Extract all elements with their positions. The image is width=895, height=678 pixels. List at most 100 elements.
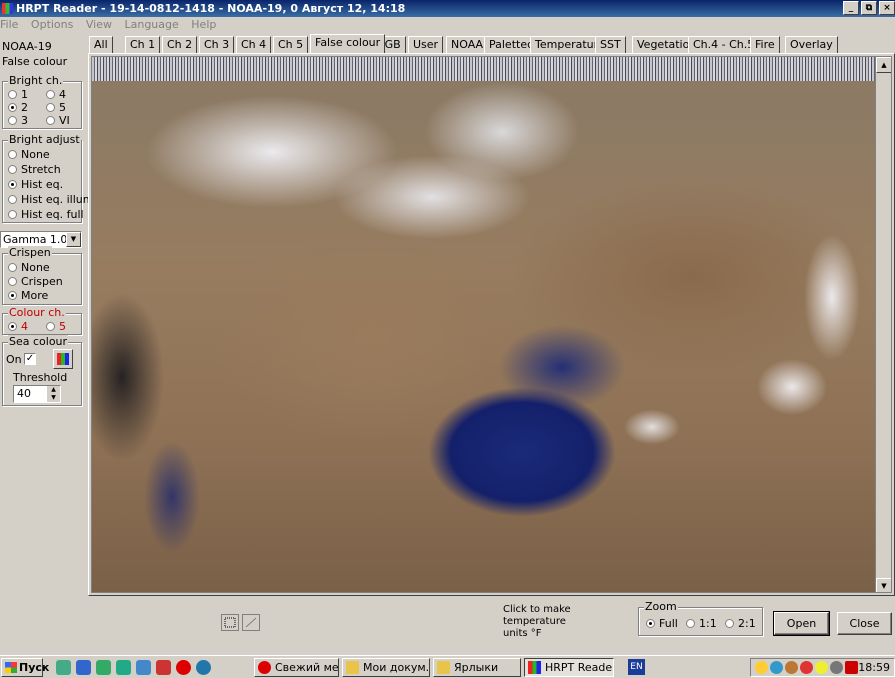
opera-icon[interactable] xyxy=(176,660,191,675)
tab-ch3[interactable]: Ch 3 xyxy=(199,36,235,53)
taskbar-documents-button[interactable]: Мои докум... xyxy=(342,658,430,677)
tray-antivirus-icon[interactable] xyxy=(800,661,813,674)
bright-ch-4-radio[interactable]: 4 xyxy=(46,89,66,101)
tab-ch4[interactable]: Ch 4 xyxy=(236,36,272,53)
ie-icon[interactable] xyxy=(76,660,91,675)
tray-smiley-icon[interactable] xyxy=(755,661,768,674)
bright-adjust-histeq-illum-radio[interactable]: Hist eq. illum xyxy=(8,194,93,206)
bright-ch-1-radio[interactable]: 1 xyxy=(8,89,28,101)
threshold-label: Threshold xyxy=(13,371,68,384)
threshold-spinner[interactable]: 40 ▲ ▼ xyxy=(13,385,61,403)
taskbar-opera-button[interactable]: Свежий ме... xyxy=(254,658,339,677)
app-launcher-icon[interactable] xyxy=(96,660,111,675)
bright-ch-2-radio[interactable]: 2 xyxy=(8,102,28,114)
bright-adjust-histeq-radio[interactable]: Hist eq. xyxy=(8,179,63,191)
tab-sst[interactable]: SST xyxy=(595,36,626,53)
chevron-down-icon[interactable]: ▼ xyxy=(66,232,81,247)
satellite-image[interactable] xyxy=(92,57,891,592)
opera-icon xyxy=(258,661,271,674)
minimize-button[interactable]: _ xyxy=(843,1,859,15)
gamma-value: Gamma 1.0 xyxy=(3,233,68,246)
windows-logo-icon xyxy=(5,662,17,673)
colour-ch-5-radio[interactable]: 5 xyxy=(46,321,66,333)
draw-line-button[interactable] xyxy=(242,614,260,631)
restore-button[interactable]: ⧉ xyxy=(861,1,877,15)
select-region-button[interactable] xyxy=(221,614,239,631)
threshold-value: 40 xyxy=(17,387,31,400)
zoom-1-1-radio[interactable]: 1:1 xyxy=(686,618,717,630)
colour-channel-group: Colour ch. 4 5 xyxy=(2,306,82,335)
clock: 18:59 xyxy=(858,661,890,674)
messenger-icon[interactable] xyxy=(136,660,151,675)
tab-noaa[interactable]: NOAA xyxy=(446,36,489,53)
bright-ch-5-radio[interactable]: 5 xyxy=(46,102,66,114)
upload-icon[interactable] xyxy=(156,660,171,675)
bright-channel-legend: Bright ch. xyxy=(8,74,64,87)
tray-speaker-icon[interactable] xyxy=(830,661,843,674)
scroll-down-icon[interactable]: ▼ xyxy=(876,578,891,592)
zoom-full-radio[interactable]: Full xyxy=(646,618,678,630)
temperature-units-hint[interactable]: Click to make temperature units °F xyxy=(503,604,593,640)
bright-adjust-group: Bright adjust None Stretch Hist eq. Hist… xyxy=(2,133,93,223)
menu-file[interactable]: File xyxy=(0,18,18,31)
tray-close-icon[interactable] xyxy=(845,661,858,674)
start-button[interactable]: Пуск xyxy=(1,658,49,677)
open-button[interactable]: Open xyxy=(773,611,830,636)
vertical-scrollbar[interactable]: ▲ ▼ xyxy=(875,57,891,592)
tab-fire[interactable]: Fire xyxy=(750,36,780,53)
tray-tools-icon[interactable] xyxy=(785,661,798,674)
colour-ch-4-radio[interactable]: 4 xyxy=(8,321,28,333)
close-window-button[interactable]: × xyxy=(879,1,895,15)
tab-ch5[interactable]: Ch 5 xyxy=(273,36,309,53)
crispen-legend: Crispen xyxy=(8,246,52,259)
crispen-more-radio[interactable]: More xyxy=(8,290,48,302)
crispen-none-radio[interactable]: None xyxy=(8,262,50,274)
tab-ch4-ch5[interactable]: Ch.4 - Ch.5 xyxy=(688,36,760,53)
tray-hazard-icon[interactable] xyxy=(815,661,828,674)
sea-colour-legend: Sea colour xyxy=(8,335,69,348)
language-indicator[interactable]: EN xyxy=(628,659,645,675)
palette-icon xyxy=(57,353,69,365)
settings-panel: NOAA-19 False colour Bright ch. 1 4 2 5 … xyxy=(0,36,93,596)
bright-channel-group: Bright ch. 1 4 2 5 3 VI xyxy=(2,74,82,129)
title-bar: HRPT Reader - 19-14-0812-1418 - NOAA-19,… xyxy=(0,0,895,17)
scroll-up-icon[interactable]: ▲ xyxy=(876,57,891,73)
globe-icon[interactable] xyxy=(116,660,131,675)
close-button[interactable]: Close xyxy=(837,612,892,635)
sea-colour-on-checkbox[interactable]: ✓ xyxy=(24,353,36,365)
menu-bar: File Options View Language Help xyxy=(0,17,895,33)
browser-icon[interactable] xyxy=(196,660,211,675)
menu-options[interactable]: Options xyxy=(31,18,73,31)
taskbar-hrpt-button[interactable]: HRPT Reade... xyxy=(524,658,614,677)
window-title: HRPT Reader - 19-14-0812-1418 - NOAA-19,… xyxy=(16,2,406,15)
mode-name: False colour xyxy=(2,55,68,68)
bright-adjust-legend: Bright adjust xyxy=(8,133,81,146)
bright-ch-3-radio[interactable]: 3 xyxy=(8,115,28,127)
tab-user[interactable]: User xyxy=(408,36,444,53)
tray-network-icon[interactable] xyxy=(770,661,783,674)
spin-updown-icon[interactable]: ▲ ▼ xyxy=(47,386,60,402)
tab-ch2[interactable]: Ch 2 xyxy=(162,36,198,53)
satellite-name: NOAA-19 xyxy=(2,40,52,53)
colour-channel-legend: Colour ch. xyxy=(8,306,66,319)
bright-adjust-histeq-full-radio[interactable]: Hist eq. full xyxy=(8,209,84,221)
taskbar: Пуск Свежий ме... Мои докум... Ярлыки HR… xyxy=(0,655,895,678)
line-tool-icon xyxy=(245,617,257,628)
media-player-icon[interactable] xyxy=(56,660,71,675)
zoom-2-1-radio[interactable]: 2:1 xyxy=(725,618,756,630)
bright-adjust-none-radio[interactable]: None xyxy=(8,149,50,161)
tab-ch1[interactable]: Ch 1 xyxy=(125,36,161,53)
sea-colour-group: Sea colour On ✓ Threshold 40 ▲ ▼ xyxy=(2,335,82,406)
palette-button[interactable] xyxy=(53,349,73,369)
menu-language[interactable]: Language xyxy=(124,18,178,31)
tab-false-colour[interactable]: False colour xyxy=(310,34,386,53)
taskbar-shortcuts-button[interactable]: Ярлыки xyxy=(433,658,521,677)
menu-view[interactable]: View xyxy=(86,18,112,31)
tab-overlay[interactable]: Overlay xyxy=(785,36,838,53)
menu-help[interactable]: Help xyxy=(191,18,216,31)
select-rectangle-icon xyxy=(224,617,236,628)
bright-ch-vi-radio[interactable]: VI xyxy=(46,115,70,127)
crispen-crispen-radio[interactable]: Crispen xyxy=(8,276,63,288)
tab-all[interactable]: All xyxy=(89,36,113,53)
bright-adjust-stretch-radio[interactable]: Stretch xyxy=(8,164,61,176)
